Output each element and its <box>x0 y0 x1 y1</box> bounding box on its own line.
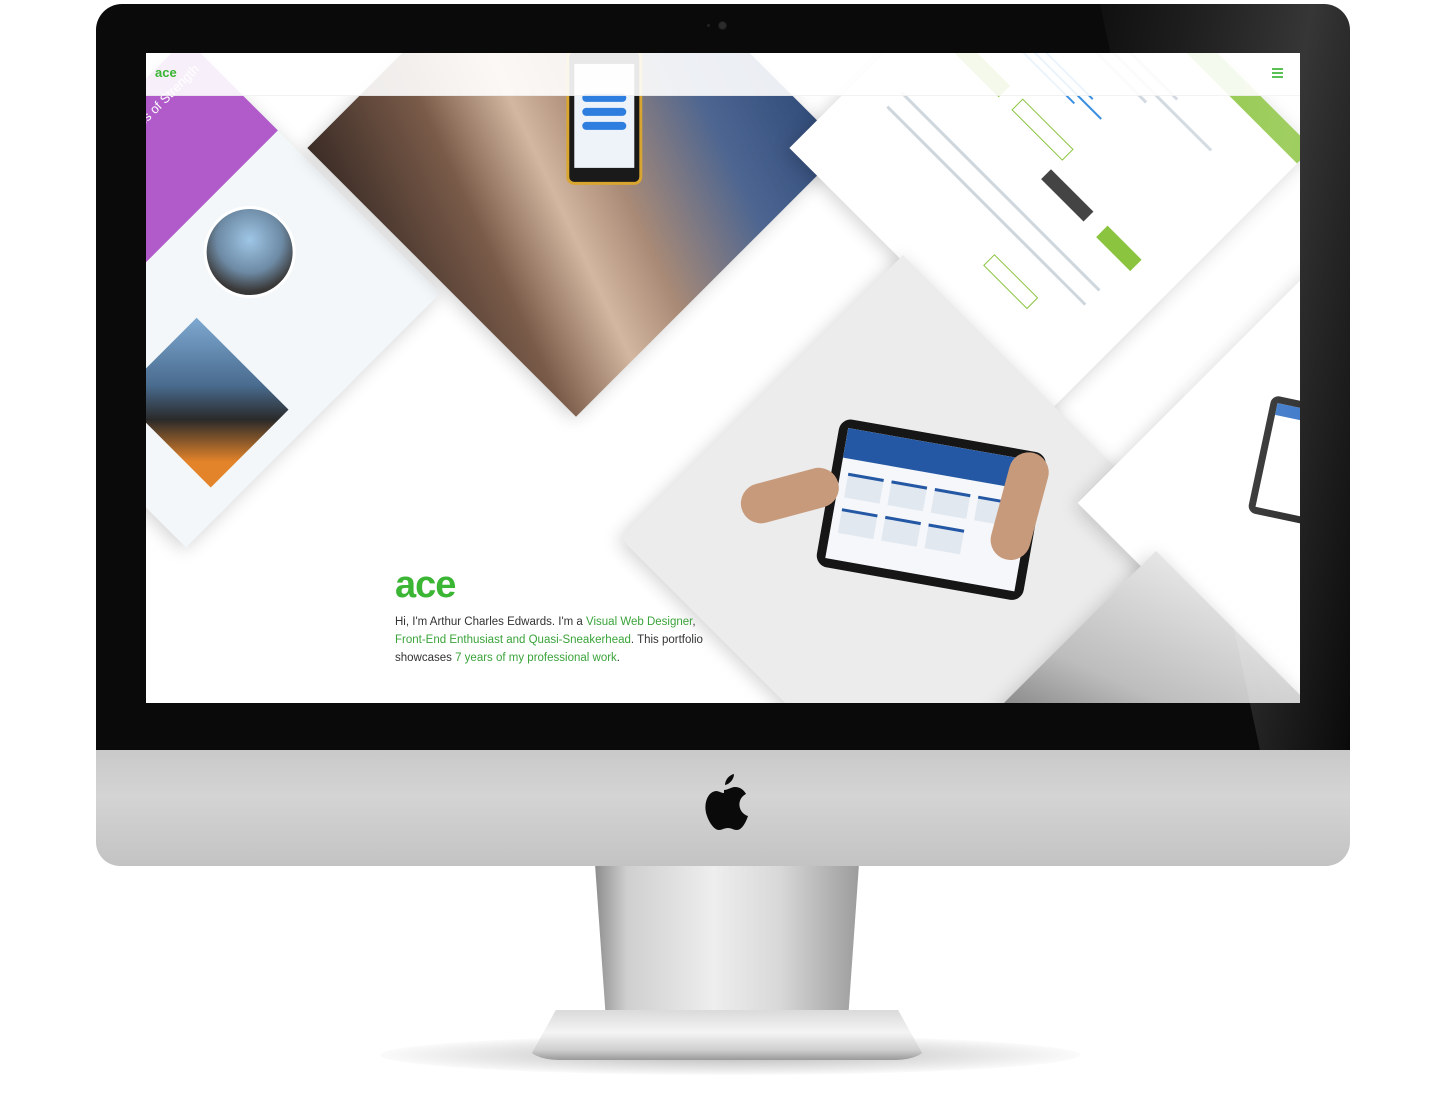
link-front-end-enthusiast[interactable]: Front-End Enthusiast and Quasi-Sneakerhe… <box>395 634 631 646</box>
intro-text: Hi, I'm Arthur Charles Edwards. I'm a Vi… <box>395 613 725 667</box>
hamburger-menu-icon[interactable] <box>1272 68 1283 78</box>
laptop-image <box>1247 394 1300 548</box>
intro-section: ace Hi, I'm Arthur Charles Edwards. I'm … <box>395 565 725 667</box>
story-photo <box>146 317 289 488</box>
link-professional-work[interactable]: 7 years of my professional work <box>455 652 617 664</box>
intro-text-part: . <box>616 652 620 664</box>
imac-stand <box>595 864 859 1014</box>
intro-text-part: Hi, I'm Arthur Charles Edwards. I'm a <box>395 616 587 628</box>
nav-logo[interactable]: ace <box>155 65 177 80</box>
link-visual-web-designer[interactable]: Visual Web Designer <box>586 616 692 628</box>
apple-logo-icon <box>705 774 748 830</box>
browser-screen: Stories of Strength <box>146 53 1300 703</box>
sensor-dot <box>707 24 710 27</box>
top-navigation: ace <box>146 53 1300 96</box>
camera-icon <box>719 22 726 29</box>
project-thumbnail-mobile-photo[interactable] <box>307 53 845 417</box>
intro-logo: ace <box>395 564 456 606</box>
avatar <box>184 186 315 318</box>
imac-stand-base <box>528 1010 926 1060</box>
intro-text-part: , <box>692 616 696 628</box>
